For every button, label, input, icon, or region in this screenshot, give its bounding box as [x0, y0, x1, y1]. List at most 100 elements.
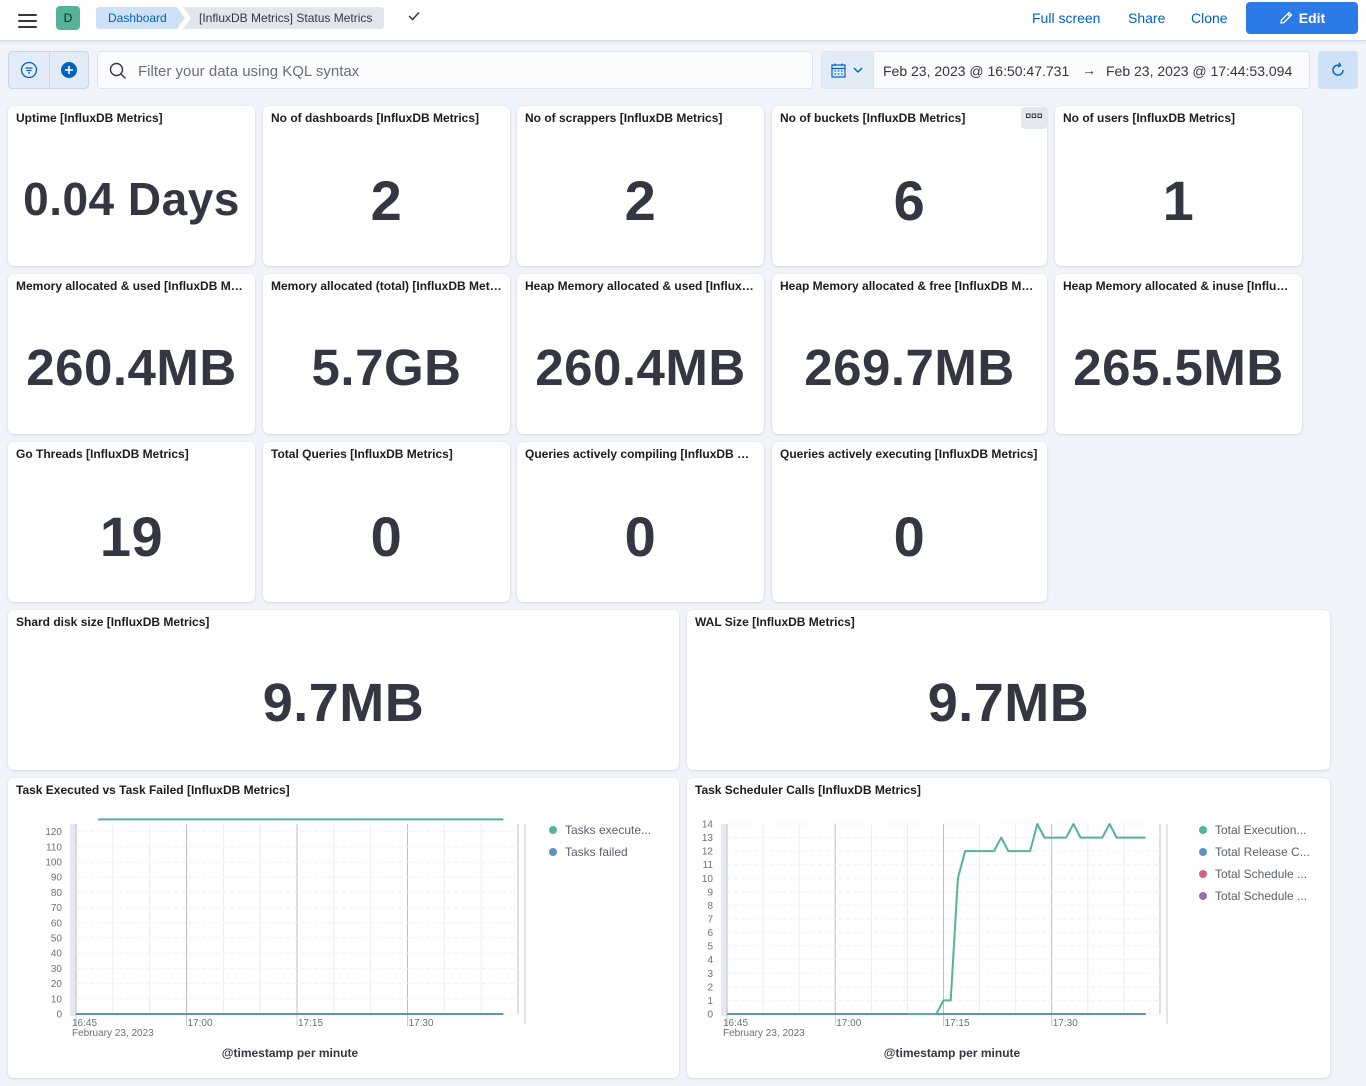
- date-end[interactable]: Feb 23, 2023 @ 17:44:53.094: [1106, 63, 1292, 79]
- legend-label: Total Schedule ...: [1215, 867, 1308, 881]
- panel-dashboards[interactable]: No of dashboards [InfluxDB Metrics] 2: [263, 106, 510, 266]
- panel-heap-inuse[interactable]: Heap Memory allocated & inuse [InfluxDB …: [1055, 274, 1302, 434]
- legend-dot-icon: [1199, 892, 1207, 900]
- x-axis-title: @timestamp per minute: [221, 1046, 359, 1060]
- panel-title: Memory allocated (total) [InfluxDB Metri…: [271, 279, 502, 293]
- y-tick-label: 9: [707, 887, 713, 898]
- panel-memory-used[interactable]: Memory allocated & used [InfluxDB Metric…: [8, 274, 255, 434]
- y-tick-label: 0: [56, 1010, 62, 1021]
- panel-scrappers[interactable]: No of scrappers [InfluxDB Metrics] 2: [517, 106, 764, 266]
- y-tick-label: 3: [707, 969, 713, 980]
- x-tick-label: 17:30: [1053, 1018, 1078, 1029]
- panel-title: No of dashboards [InfluxDB Metrics]: [271, 111, 480, 125]
- refresh-button[interactable]: [1318, 51, 1358, 89]
- full-screen-link[interactable]: Full screen: [1032, 10, 1100, 26]
- kql-search-input[interactable]: Filter your data using KQL syntax: [97, 51, 813, 89]
- legend-item[interactable]: Total Schedule ...: [1199, 867, 1325, 889]
- panel-title: No of users [InfluxDB Metrics]: [1063, 111, 1236, 125]
- panel-title: Uptime [InfluxDB Metrics]: [16, 111, 163, 125]
- panel-queries-executing[interactable]: Queries actively executing [InfluxDB Met…: [772, 442, 1047, 602]
- space-avatar[interactable]: D: [56, 6, 80, 30]
- panel-buckets[interactable]: No of buckets [InfluxDB Metrics] 6: [772, 106, 1047, 266]
- metric-value: 2: [370, 169, 403, 232]
- legend-item[interactable]: Total Release C...: [1199, 845, 1325, 867]
- y-tick-label: 40: [51, 949, 63, 960]
- metric-value: 9.7MB: [262, 673, 425, 733]
- legend-item[interactable]: Tasks execute...: [549, 823, 671, 845]
- y-tick-label: 70: [51, 903, 63, 914]
- legend-label: Total Execution...: [1215, 823, 1307, 837]
- y-tick-label: 30: [51, 964, 63, 975]
- x-tick-label: 17:15: [945, 1018, 970, 1029]
- edit-label: Edit: [1298, 10, 1326, 26]
- x-axis-title: @timestamp per minute: [883, 1046, 1021, 1060]
- date-picker[interactable]: Feb 23, 2023 @ 16:50:47.731 → Feb 23, 20…: [821, 51, 1310, 89]
- check-icon[interactable]: [407, 9, 421, 26]
- y-tick-label: 20: [51, 979, 63, 990]
- y-axis-band: [70, 824, 76, 1016]
- y-tick-label: 60: [51, 918, 63, 929]
- search-placeholder: Filter your data using KQL syntax: [138, 63, 360, 80]
- panel-uptime[interactable]: Uptime [InfluxDB Metrics] 0.04 Days: [8, 106, 255, 266]
- metric-value: 0: [370, 505, 403, 568]
- menu-icon[interactable]: [18, 11, 37, 29]
- share-link[interactable]: Share: [1128, 10, 1165, 26]
- panel-shard-disk-size[interactable]: Shard disk size [InfluxDB Metrics] 9.7MB: [8, 610, 679, 770]
- panel-memory-total[interactable]: Memory allocated (total) [InfluxDB Metri…: [263, 274, 510, 434]
- panel-total-queries[interactable]: Total Queries [InfluxDB Metrics] 0: [263, 442, 510, 602]
- ellipsis-icon[interactable]: [1021, 107, 1047, 129]
- y-tick-label: 12: [702, 847, 714, 858]
- metric-value: 19: [99, 505, 164, 568]
- panel-wal-size[interactable]: WAL Size [InfluxDB Metrics] 9.7MB: [687, 610, 1330, 770]
- panel-task-scheduler-chart[interactable]: Task Scheduler Calls [InfluxDB Metrics] …: [687, 778, 1330, 1078]
- add-filter-icon[interactable]: [60, 61, 78, 79]
- y-tick-label: 100: [45, 858, 62, 869]
- refresh-icon: [1332, 62, 1344, 76]
- x-date-label: February 23, 2023: [723, 1028, 805, 1039]
- panel-task-executed-chart[interactable]: Task Executed vs Task Failed [InfluxDB M…: [8, 778, 679, 1078]
- clone-link[interactable]: Clone: [1191, 10, 1228, 26]
- breadcrumb-current: [InfluxDB Metrics] Status Metrics: [183, 7, 385, 29]
- breadcrumb-dashboard[interactable]: Dashboard: [96, 7, 185, 29]
- x-tick-label: 17:00: [188, 1018, 213, 1029]
- quick-select-button[interactable]: [822, 52, 874, 88]
- panel-title: Heap Memory allocated & used [InfluxDB M…: [525, 279, 756, 293]
- y-tick-label: 2: [707, 982, 713, 993]
- panel-title: No of buckets [InfluxDB Metrics]: [780, 111, 966, 125]
- legend-item[interactable]: Total Schedule ...: [1199, 889, 1325, 911]
- filter-options-icon[interactable]: [20, 61, 38, 79]
- chevron-down-icon: [853, 67, 863, 73]
- panel-title: Heap Memory allocated & inuse [InfluxDB …: [1063, 279, 1294, 293]
- legend-item[interactable]: Tasks failed: [549, 845, 671, 867]
- y-tick-label: 8: [707, 901, 713, 912]
- date-start[interactable]: Feb 23, 2023 @ 16:50:47.731: [883, 63, 1069, 79]
- chart-legend: Tasks execute... Tasks failed: [549, 823, 671, 867]
- panel-title: No of scrappers [InfluxDB Metrics]: [525, 111, 723, 125]
- legend-dot-icon: [549, 826, 557, 834]
- legend-label: Total Schedule ...: [1215, 889, 1308, 903]
- legend-label: Tasks execute...: [565, 823, 652, 837]
- panel-go-threads[interactable]: Go Threads [InfluxDB Metrics] 19: [8, 442, 255, 602]
- x-date-label: February 23, 2023: [72, 1028, 154, 1039]
- edit-button[interactable]: Edit: [1246, 2, 1358, 34]
- metric-value: 6: [893, 169, 926, 232]
- metric-value: 265.5MB: [1073, 339, 1284, 396]
- panel-heap-used[interactable]: Heap Memory allocated & used [InfluxDB M…: [517, 274, 764, 434]
- metric-value: 9.7MB: [927, 673, 1090, 733]
- legend-dot-icon: [1199, 870, 1207, 878]
- legend-dot-icon: [1199, 848, 1207, 856]
- y-tick-label: 4: [707, 955, 713, 966]
- legend-item[interactable]: Total Execution...: [1199, 823, 1325, 845]
- panel-users[interactable]: No of users [InfluxDB Metrics] 1: [1055, 106, 1302, 266]
- y-tick-label: 90: [51, 873, 63, 884]
- pencil-icon: [1279, 11, 1293, 24]
- y-tick-label: 0: [707, 1010, 713, 1021]
- metric-value: 269.7MB: [804, 339, 1015, 396]
- panel-queries-compiling[interactable]: Queries actively compiling [InfluxDB Met…: [517, 442, 764, 602]
- panel-heap-free[interactable]: Heap Memory allocated & free [InfluxDB M…: [772, 274, 1047, 434]
- y-tick-label: 110: [46, 842, 62, 853]
- panel-title: Go Threads [InfluxDB Metrics]: [16, 447, 189, 461]
- x-tick-label: 17:15: [298, 1018, 323, 1029]
- y-tick-label: 10: [702, 874, 714, 885]
- metric-value: 1: [1162, 169, 1195, 232]
